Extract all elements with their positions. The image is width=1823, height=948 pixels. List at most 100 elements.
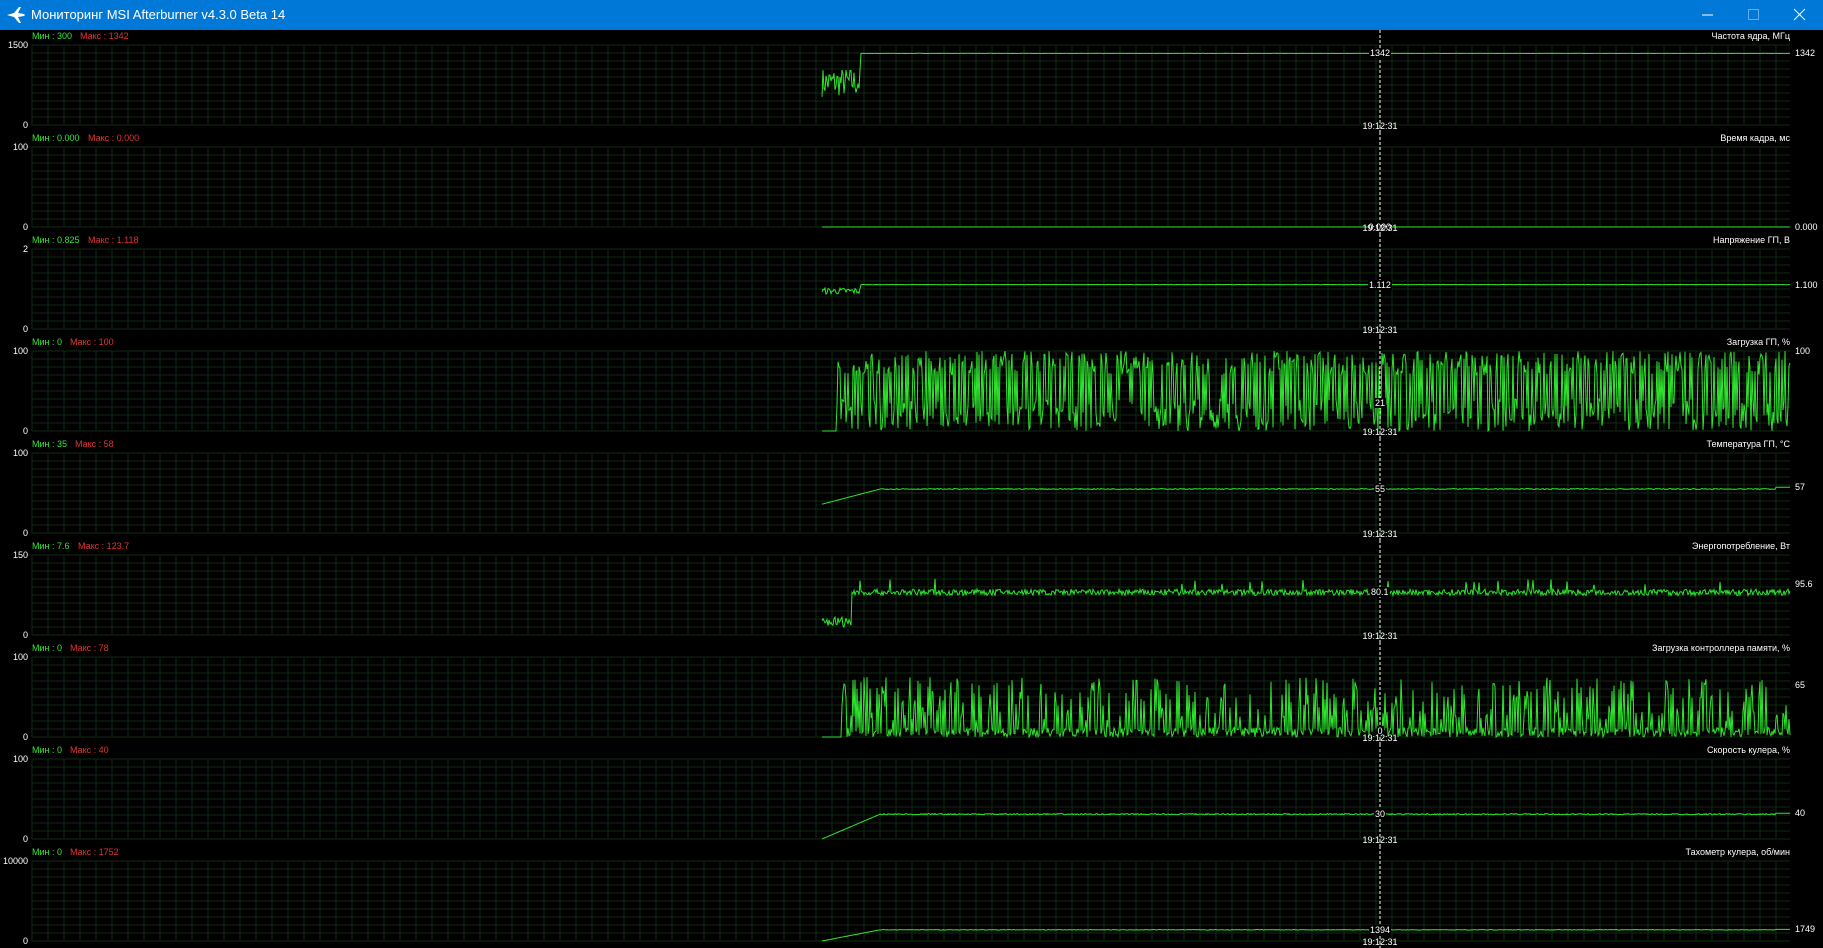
graph-panel[interactable]: 100 0 Мин : 0 Макс : 40 Скорость кулера, % 30…: [0, 744, 1823, 846]
close-icon: [1793, 8, 1806, 21]
max-value-label: Макс : 1.118: [88, 235, 139, 245]
y-axis-min-label: 0: [22, 222, 28, 232]
current-value-label: 1342: [1795, 48, 1816, 59]
y-axis-min-label: 0: [22, 630, 28, 640]
cursor-value-label: 1.112: [1368, 279, 1392, 290]
cursor-time-label: 19:12:31: [1362, 529, 1398, 539]
current-value-label: 100: [1795, 346, 1811, 356]
y-axis-min-label: 0: [22, 834, 28, 844]
graph-plot[interactable]: [0, 744, 1823, 846]
min-value-label: Мин : 300: [32, 31, 73, 41]
y-axis-min-label: 0: [22, 528, 28, 538]
graph-panel[interactable]: 1500 0 Мин : 300 Макс : 1342 Частота ядра, М…: [0, 30, 1823, 132]
y-axis-max-label: 100: [12, 754, 28, 764]
max-value-label: Макс : 58: [75, 439, 114, 449]
min-value-label: Мин : 0: [32, 847, 63, 857]
graph-panel[interactable]: 150 0 Мин : 7.6 Макс : 123.7 Энергопотреблен…: [0, 540, 1823, 642]
close-button[interactable]: [1777, 0, 1823, 30]
y-axis-max-label: 100: [12, 448, 28, 458]
y-axis-min-label: 0: [22, 324, 28, 334]
max-value-label: Макс : 40: [70, 745, 109, 755]
graph-series-line: [822, 677, 1791, 739]
graph-grid: [31, 44, 1790, 126]
max-value-label: Макс : 78: [70, 643, 109, 653]
graph-name-label: Скорость кулера, %: [1707, 745, 1790, 755]
y-axis-max-label: 100: [12, 652, 28, 662]
max-value-label: Макс : 123.7: [78, 541, 130, 551]
graph-name-label: Температура ГП, °С: [1706, 439, 1790, 449]
cursor-value-label: 1394: [1369, 924, 1392, 935]
graph-panel[interactable]: 10000 0 Мин : 0 Макс : 1752 Тахометр кулера,…: [0, 846, 1823, 948]
current-value-label: 57: [1795, 482, 1806, 493]
title-bar[interactable]: Мониторинг MSI Afterburner v4.3.0 Beta 1…: [0, 0, 1823, 30]
graph-series-line: [821, 52, 1791, 97]
graph-name-label: Время кадра, мс: [1720, 133, 1790, 143]
graph-plot[interactable]: [0, 30, 1823, 132]
graph-plot[interactable]: [0, 642, 1823, 744]
y-axis-max-label: 100: [12, 142, 28, 152]
cursor-value-label: 55: [1374, 484, 1387, 494]
cursor-value-label: 1342: [1369, 48, 1392, 59]
graph-plot[interactable]: [0, 846, 1823, 948]
maximize-button[interactable]: [1731, 0, 1777, 30]
graph-plot[interactable]: [0, 336, 1823, 438]
graph-panel[interactable]: 100 0 Мин : 0 Макс : 100 Загрузка ГП, % 21 19:…: [0, 336, 1823, 438]
max-value-label: Макс : 1752: [70, 847, 119, 857]
graph-plot[interactable]: [0, 540, 1823, 642]
y-axis-min-label: 0: [22, 426, 28, 436]
cursor-time-label: 19:12:31: [1362, 121, 1398, 131]
graph-panel[interactable]: 100 0 Мин : 0.000 Макс : 0.000 Время кадра, …: [0, 132, 1823, 234]
afterburner-plane-icon: [7, 7, 25, 23]
max-value-label: Макс : 1342: [80, 31, 129, 41]
graph-panel[interactable]: 100 0 Мин : 0 Макс : 78 Загрузка контроллера…: [0, 642, 1823, 744]
graph-name-label: Загрузка ГП, %: [1726, 337, 1790, 347]
min-value-label: Мин : 7.6: [32, 541, 70, 551]
graph-grid: [31, 248, 1790, 330]
graph-plot[interactable]: [0, 234, 1823, 336]
cursor-value-label: 30: [1374, 809, 1387, 820]
graph-name-label: Загрузка контроллера памяти, %: [1652, 643, 1790, 653]
y-axis-max-label: 100: [12, 346, 28, 356]
graph-panel[interactable]: 2 0 Мин : 0.825 Макс : 1.118 Напряжение ГП, …: [0, 234, 1823, 336]
graph-grid: [31, 860, 1790, 942]
graph-series-line: [821, 928, 1790, 942]
y-axis-min-label: 0: [22, 936, 28, 946]
max-value-label: Макс : 100: [70, 337, 114, 347]
min-value-label: Мин : 0: [32, 337, 63, 347]
graph-name-label: Частота ядра, МГц: [1711, 31, 1790, 41]
min-value-label: Мин : 0: [32, 643, 63, 653]
graph-name-label: Энергопотребление, Вт: [1691, 541, 1790, 551]
cursor-time-label: 19:12:31: [1362, 223, 1398, 233]
current-value-label: 95.6: [1795, 579, 1813, 589]
graph-grid: [31, 146, 1790, 228]
cursor-time-label: 19:12:31: [1362, 631, 1398, 641]
graph-series-line: [821, 486, 1790, 505]
y-axis-min-label: 0: [22, 120, 28, 130]
minimize-icon: [1702, 14, 1713, 16]
monitoring-graphs[interactable]: 1500 0 Мин : 300 Макс : 1342 Частота ядра, М…: [0, 30, 1823, 948]
current-value-label: 1749: [1795, 924, 1816, 935]
current-value-label: 1.100: [1795, 279, 1818, 290]
cursor-value-label: 21: [1374, 398, 1387, 408]
window-title: Мониторинг MSI Afterburner v4.3.0 Beta 1…: [31, 7, 286, 22]
min-value-label: Мин : 0.825: [32, 235, 80, 245]
graph-panel[interactable]: 100 0 Мин : 35 Макс : 58 Температура ГП, °С 5…: [0, 438, 1823, 540]
graph-plot[interactable]: [0, 132, 1823, 234]
current-value-label: 40: [1795, 808, 1806, 819]
graph-name-label: Напряжение ГП, В: [1712, 235, 1790, 245]
cursor-value-label: 80.1: [1370, 587, 1390, 598]
min-value-label: Мин : 0.000: [32, 133, 80, 143]
y-axis-max-label: 1500: [7, 40, 28, 50]
y-axis-min-label: 0: [22, 732, 28, 742]
cursor-time-label: 19:12:31: [1362, 427, 1398, 437]
graph-series-line: [821, 812, 1790, 840]
graph-grid: [31, 758, 1790, 840]
minimize-button[interactable]: [1685, 0, 1731, 30]
cursor-time-label: 19:12:31: [1362, 325, 1398, 335]
maximize-icon: [1748, 9, 1759, 20]
min-value-label: Мин : 0: [32, 745, 63, 755]
graph-plot[interactable]: [0, 438, 1823, 540]
current-value-label: 0.000: [1795, 222, 1818, 232]
y-axis-max-label: 150: [12, 550, 28, 560]
min-value-label: Мин : 35: [32, 439, 68, 449]
